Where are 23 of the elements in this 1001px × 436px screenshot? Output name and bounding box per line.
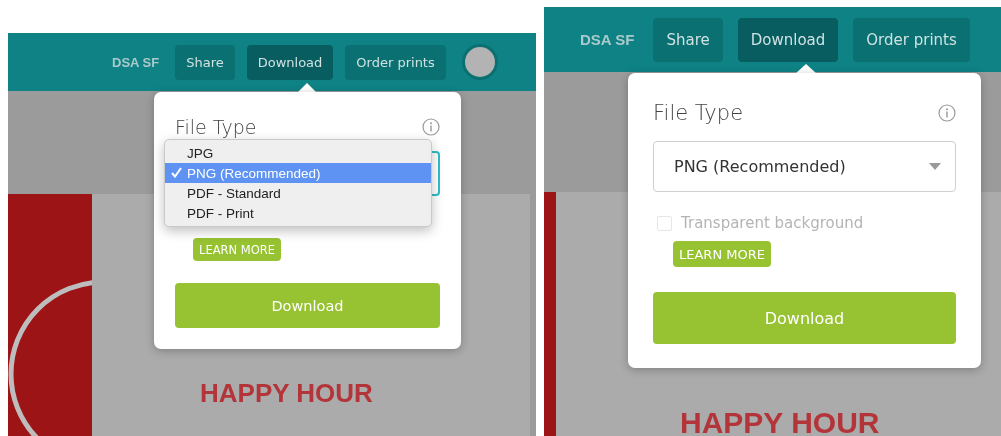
brand-name: DSA SF xyxy=(112,54,160,70)
avatar-icon[interactable] xyxy=(461,44,498,80)
header-button[interactable]: Order prints xyxy=(345,44,446,80)
popover-title: File Type xyxy=(175,116,257,138)
file-type-select[interactable]: PNG (Recommended) xyxy=(653,141,956,192)
caret-icon xyxy=(929,162,941,171)
header-button[interactable]: Order prints xyxy=(853,17,970,62)
dropdown-option[interactable]: PNG (Recommended) xyxy=(165,163,431,183)
header-button[interactable]: Share xyxy=(653,17,723,62)
check-icon xyxy=(171,167,182,178)
dropdown-option[interactable]: JPG xyxy=(165,143,431,163)
dropdown-option[interactable]: PDF - Print xyxy=(165,203,431,223)
dropdown-option[interactable]: PDF - Standard xyxy=(165,183,431,203)
design-headline: HAPPY HOUR xyxy=(200,378,373,409)
header-button[interactable]: Download xyxy=(246,44,334,80)
header-button[interactable]: Download xyxy=(737,17,839,62)
popover-title: File Type xyxy=(653,101,744,125)
checkbox-label: Transparent background xyxy=(681,214,864,232)
brand-name: DSA SF xyxy=(580,31,635,48)
header-button[interactable]: Share xyxy=(175,44,235,80)
info-icon[interactable] xyxy=(422,118,440,136)
info-icon[interactable] xyxy=(938,104,956,122)
design-headline: HAPPY HOUR xyxy=(680,406,880,436)
